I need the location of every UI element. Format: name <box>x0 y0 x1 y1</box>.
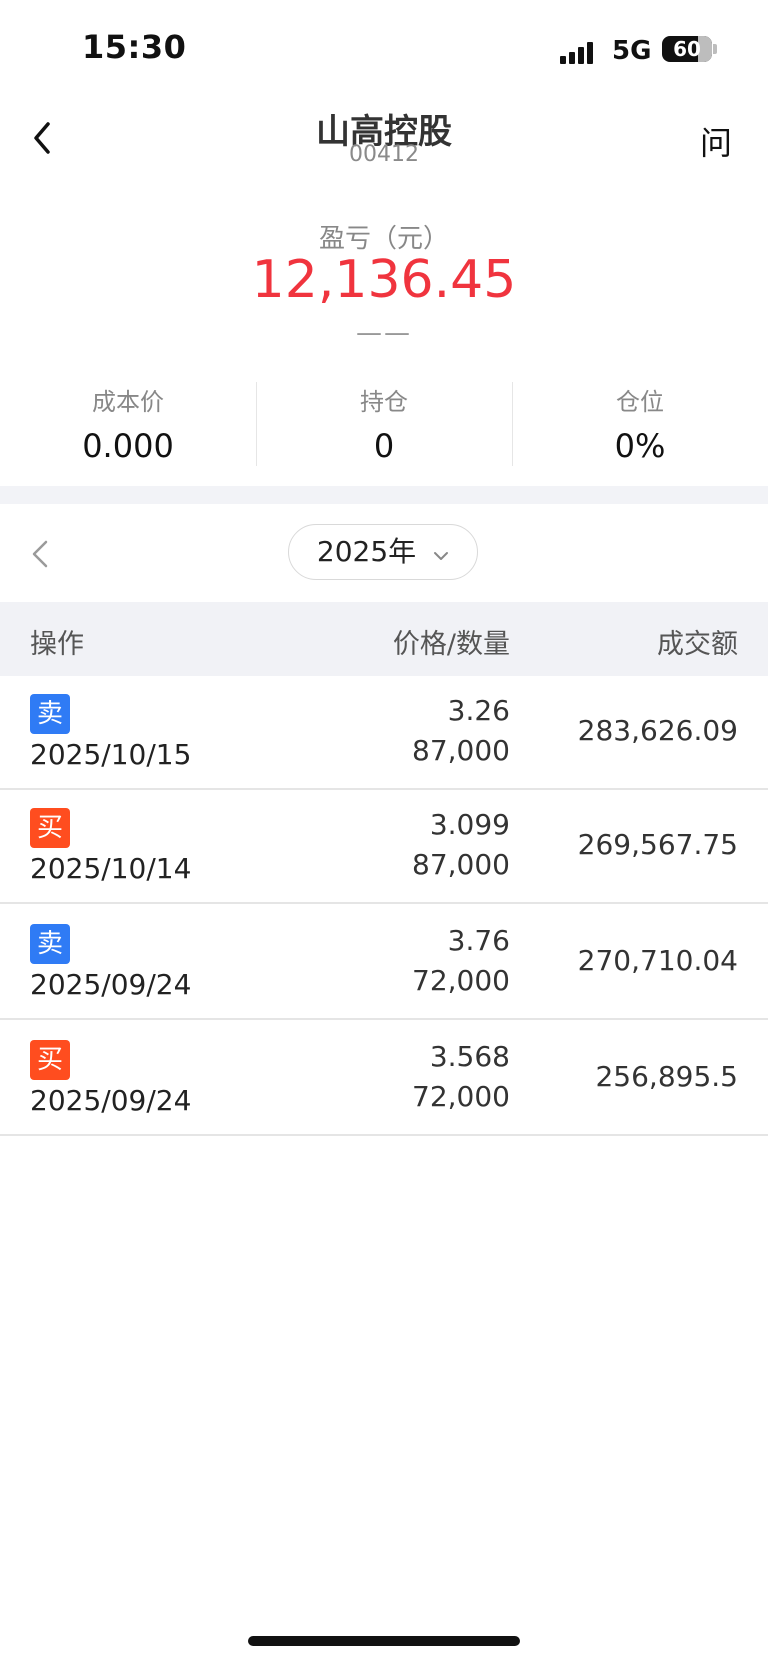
trade-price: 3.568 <box>429 1040 510 1073</box>
trade-price: 3.26 <box>447 694 510 727</box>
signal-icon <box>560 40 600 64</box>
home-indicator[interactable] <box>248 1636 520 1646</box>
trade-date: 2025/10/15 <box>30 738 192 771</box>
sell-badge: 卖 <box>30 924 70 964</box>
trade-date: 2025/09/24 <box>30 968 192 1001</box>
section-divider <box>0 486 768 504</box>
stat-value: 0% <box>614 427 666 465</box>
network-type: 5G <box>612 36 652 66</box>
trade-amount: 269,567.75 <box>577 828 738 861</box>
battery-tip <box>713 44 717 54</box>
table-row[interactable]: 卖 2025/10/15 3.26 87,000 283,626.09 <box>0 676 768 790</box>
trade-amount: 283,626.09 <box>577 714 738 747</box>
stat-cost: 成本价 0.000 <box>0 380 256 468</box>
sell-badge: 卖 <box>30 694 70 734</box>
table-row[interactable]: 买 2025/09/24 3.568 72,000 256,895.5 <box>0 1022 768 1136</box>
stat-value: 0 <box>373 427 395 465</box>
trade-amount: 256,895.5 <box>595 1060 738 1093</box>
pnl-value: 12,136.45 <box>251 250 517 310</box>
stat-holding: 持仓 0 <box>256 380 512 468</box>
stat-label: 仓位 <box>616 388 664 416</box>
year-selector[interactable]: 2025年 <box>288 524 478 580</box>
previous-year-button[interactable] <box>28 536 52 572</box>
column-amount: 成交额 <box>657 629 738 660</box>
table-header: 操作 价格/数量 成交额 <box>0 602 768 676</box>
pnl-sub: —— <box>356 318 412 348</box>
status-time: 15:30 <box>82 28 187 66</box>
table-row[interactable]: 买 2025/10/14 3.099 87,000 269,567.75 <box>0 790 768 904</box>
trade-quantity: 72,000 <box>412 1080 510 1113</box>
trade-quantity: 87,000 <box>412 848 510 881</box>
trade-date: 2025/10/14 <box>30 852 192 885</box>
ask-button[interactable]: 问 <box>700 118 732 164</box>
trade-price: 3.099 <box>429 808 510 841</box>
chevron-left-icon <box>32 540 48 568</box>
stat-position-ratio: 仓位 0% <box>512 380 768 468</box>
trade-amount: 270,710.04 <box>577 944 738 977</box>
chevron-down-icon <box>433 526 449 580</box>
column-price-qty: 价格/数量 <box>392 629 510 660</box>
buy-badge: 买 <box>30 808 70 848</box>
stat-value: 0.000 <box>82 427 174 465</box>
trade-quantity: 87,000 <box>412 734 510 767</box>
stock-code: 00412 <box>349 142 419 167</box>
stat-label: 成本价 <box>92 388 164 416</box>
trade-quantity: 72,000 <box>412 964 510 997</box>
year-value: 2025年 <box>316 535 417 568</box>
stat-label: 持仓 <box>360 388 408 416</box>
battery-icon: 60 <box>662 36 712 62</box>
buy-badge: 买 <box>30 1040 70 1080</box>
table-row[interactable]: 卖 2025/09/24 3.76 72,000 270,710.04 <box>0 906 768 1020</box>
trade-date: 2025/09/24 <box>30 1084 192 1117</box>
trade-price: 3.76 <box>447 924 510 957</box>
position-stats: 成本价 0.000 持仓 0 仓位 0% <box>0 380 768 468</box>
battery-level: 60 <box>673 37 701 61</box>
column-operation: 操作 <box>30 629 84 660</box>
